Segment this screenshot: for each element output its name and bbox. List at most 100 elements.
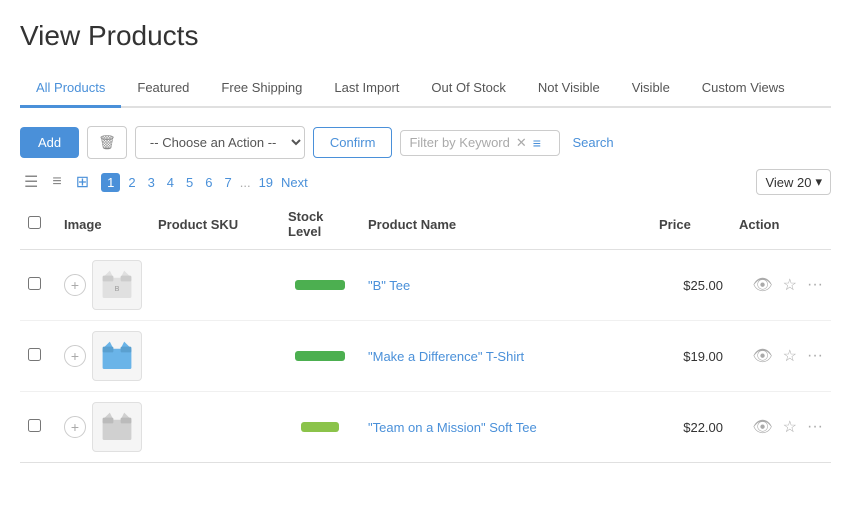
row-name-2: "Make a Difference" T-Shirt: [360, 321, 651, 392]
page-num-3[interactable]: 3: [144, 173, 159, 192]
tabs-bar: All Products Featured Free Shipping Last…: [20, 70, 831, 108]
row-sku-2: [150, 321, 280, 392]
row-stock-1: [280, 250, 360, 321]
price-value-2: $19.00: [683, 349, 723, 364]
th-checkbox: [20, 199, 56, 250]
row-checkbox[interactable]: [28, 419, 41, 432]
filter-box: Filter by Keyword ✕ ≡: [400, 130, 560, 156]
row-stock-3: [280, 392, 360, 463]
stock-bar: [295, 351, 345, 361]
tshirt-img-2: [99, 338, 135, 374]
star-icon-2[interactable]: ☆: [783, 346, 797, 366]
view-icons: ☰ ≡ ⊞: [20, 170, 93, 194]
tab-last-import[interactable]: Last Import: [318, 70, 415, 108]
tab-not-visible[interactable]: Not Visible: [522, 70, 616, 108]
row-checkbox[interactable]: [28, 348, 41, 361]
row-actions-1: 👁 ☆ ···: [731, 250, 831, 321]
row-image-cell: +: [56, 392, 150, 463]
product-link-3[interactable]: "Team on a Mission" Soft Tee: [368, 420, 537, 435]
row-sku-1: [150, 250, 280, 321]
row-checkbox[interactable]: [28, 277, 41, 290]
stock-bar: [301, 422, 339, 432]
view-per-page-select[interactable]: View 20 ▾: [756, 169, 831, 195]
row-price-2: $19.00: [651, 321, 731, 392]
filter-options-icon[interactable]: ≡: [533, 135, 541, 151]
more-icon-2[interactable]: ···: [807, 347, 823, 365]
star-icon-1[interactable]: ☆: [783, 275, 797, 295]
product-image: [92, 331, 142, 381]
tab-featured[interactable]: Featured: [121, 70, 205, 108]
row-name-1: "B" Tee: [360, 250, 651, 321]
row-checkbox-cell: [20, 321, 56, 392]
table-row: + B: [20, 250, 831, 321]
tab-all-products[interactable]: All Products: [20, 70, 121, 108]
select-all-checkbox[interactable]: [28, 216, 41, 229]
trash-icon: 🗑: [98, 134, 116, 150]
tshirt-img-3: [99, 409, 135, 445]
view-icon-1[interactable]: 👁: [752, 275, 772, 295]
row-price-1: $25.00: [651, 250, 731, 321]
row-image-cell: +: [56, 321, 150, 392]
product-link-2[interactable]: "Make a Difference" T-Shirt: [368, 349, 524, 364]
page-numbers: 1 2 3 4 5 6 7 ... 19 Next: [101, 173, 308, 192]
product-image: B: [92, 260, 142, 310]
delete-button[interactable]: 🗑: [87, 126, 127, 159]
stock-bar: [295, 280, 345, 290]
filter-placeholder: Filter by Keyword: [409, 135, 509, 150]
price-value-3: $22.00: [683, 420, 723, 435]
products-table: Image Product SKU StockLevel Product Nam…: [20, 199, 831, 463]
list-view-icon[interactable]: ☰: [20, 170, 42, 194]
grid-view-icon[interactable]: ⊞: [72, 170, 93, 194]
product-link-1[interactable]: "B" Tee: [368, 278, 410, 293]
th-image: Image: [56, 199, 150, 250]
th-price: Price: [651, 199, 731, 250]
left-pagination: ☰ ≡ ⊞ 1 2 3 4 5 6 7 ... 19 Next: [20, 170, 308, 194]
list-compact-icon[interactable]: ≡: [48, 171, 65, 193]
add-image-icon[interactable]: +: [64, 274, 86, 296]
add-button[interactable]: Add: [20, 127, 79, 158]
page-num-19[interactable]: 19: [255, 173, 277, 192]
table-row: +: [20, 321, 831, 392]
tab-free-shipping[interactable]: Free Shipping: [205, 70, 318, 108]
row-name-3: "Team on a Mission" Soft Tee: [360, 392, 651, 463]
next-page-button[interactable]: Next: [281, 175, 308, 190]
row-checkbox-cell: [20, 250, 56, 321]
tab-out-of-stock[interactable]: Out Of Stock: [415, 70, 521, 108]
row-actions-3: 👁 ☆ ···: [731, 392, 831, 463]
add-image-icon[interactable]: +: [64, 345, 86, 367]
page-num-4[interactable]: 4: [163, 173, 178, 192]
page-num-1[interactable]: 1: [101, 173, 120, 192]
row-checkbox-cell: [20, 392, 56, 463]
page-num-2[interactable]: 2: [124, 173, 139, 192]
tab-visible[interactable]: Visible: [616, 70, 686, 108]
view-icon-3[interactable]: 👁: [752, 417, 772, 437]
row-sku-3: [150, 392, 280, 463]
page-num-6[interactable]: 6: [201, 173, 216, 192]
row-stock-2: [280, 321, 360, 392]
product-image: [92, 402, 142, 452]
action-select[interactable]: -- Choose an Action --: [135, 126, 305, 159]
row-image-cell: + B: [56, 250, 150, 321]
view-per-page-label: View 20: [765, 175, 811, 190]
page-num-5[interactable]: 5: [182, 173, 197, 192]
search-button[interactable]: Search: [568, 135, 617, 150]
row-price-3: $22.00: [651, 392, 731, 463]
confirm-button[interactable]: Confirm: [313, 127, 393, 158]
page-ellipsis: ...: [240, 175, 251, 190]
row-actions-2: 👁 ☆ ···: [731, 321, 831, 392]
pagination-bar: ☰ ≡ ⊞ 1 2 3 4 5 6 7 ... 19 Next View 20 …: [20, 169, 831, 195]
star-icon-3[interactable]: ☆: [783, 417, 797, 437]
view-icon-2[interactable]: 👁: [752, 346, 772, 366]
action-icons-2: 👁 ☆ ···: [739, 346, 823, 366]
table-header-row: Image Product SKU StockLevel Product Nam…: [20, 199, 831, 250]
table-row: +: [20, 392, 831, 463]
page-title: View Products: [20, 20, 831, 52]
filter-clear-icon[interactable]: ✕: [516, 135, 527, 151]
tab-custom-views[interactable]: Custom Views: [686, 70, 801, 108]
more-icon-3[interactable]: ···: [807, 418, 823, 436]
th-stock: StockLevel: [280, 199, 360, 250]
add-image-icon[interactable]: +: [64, 416, 86, 438]
page-num-7[interactable]: 7: [221, 173, 236, 192]
th-name: Product Name: [360, 199, 651, 250]
more-icon-1[interactable]: ···: [807, 276, 823, 294]
